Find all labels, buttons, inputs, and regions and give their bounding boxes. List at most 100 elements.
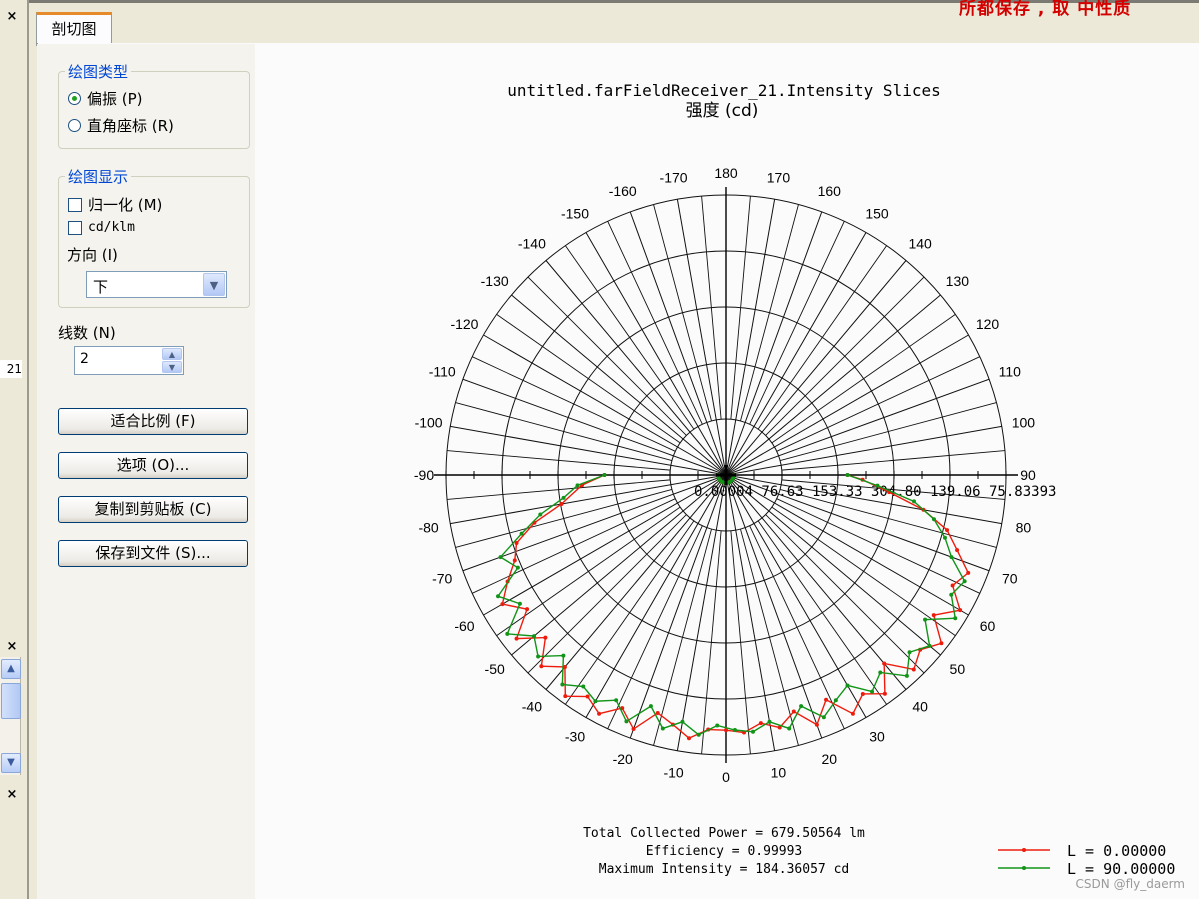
series-point-1 [821,715,826,720]
angle-tick-label: -170 [660,170,688,186]
angle-tick-label: 90 [1020,467,1036,483]
series-point-0 [525,607,530,612]
series-point-0 [911,667,916,672]
series-point-1 [949,592,954,597]
series-point-1 [680,719,685,724]
legend-label-1: L = 90.00000 [1067,860,1175,878]
series-point-1 [517,601,522,606]
grid-spoke [749,525,845,729]
series-point-1 [715,723,720,728]
legend-marker-0 [1022,848,1026,852]
center-marker [716,465,736,485]
angle-tick-label: -130 [481,273,509,289]
angle-tick-label: 50 [950,661,966,677]
series-point-1 [870,689,875,694]
series-point-1 [904,673,909,678]
grid-spoke [472,356,676,452]
stat-max-intensity: Maximum Intensity = 184.36057 cd [599,862,849,877]
angle-tick-label: 30 [869,729,885,745]
series-point-1 [799,704,804,709]
series-point-1 [962,579,967,584]
series-point-0 [958,608,963,613]
grid-spoke [740,204,799,422]
series-point-1 [833,698,838,703]
angle-tick-label: 130 [946,273,970,289]
angle-tick-label: -40 [522,698,542,714]
series-point-1 [750,729,755,734]
angle-tick-label: 140 [908,236,932,252]
series-point-1 [696,732,701,737]
series-point-1 [538,512,543,517]
angle-tick-label: -70 [432,570,452,586]
series-point-0 [955,548,960,553]
angle-tick-label: -140 [518,236,546,252]
series-point-1 [767,719,772,724]
series-point-1 [648,704,653,709]
series-point-0 [939,641,944,646]
series-point-1 [602,473,607,477]
series-point-0 [824,697,829,702]
legend: L = 0.00000 L = 90.00000 [998,842,1175,878]
grid-spoke [607,525,703,729]
series-point-1 [949,555,954,560]
angle-tick-label: 40 [912,698,928,714]
grid-spoke [749,221,845,425]
angle-tick-label: 20 [822,751,838,767]
grid-spoke [740,528,799,746]
series-point-0 [945,528,950,533]
legend-marker-1 [1022,866,1026,870]
series-point-1 [581,684,586,689]
angle-tick-label: -160 [609,183,637,199]
series-point-1 [561,495,566,500]
series-point-1 [496,594,501,599]
angle-tick-label: -110 [429,364,456,380]
watermark: CSDN @fly_daerm [1075,877,1185,891]
series-point-1 [624,719,629,724]
series-point-0 [512,558,517,563]
angle-tick-label: -90 [414,467,434,483]
stat-efficiency: Efficiency = 0.99993 [646,844,803,859]
series-point-1 [498,555,503,560]
angle-tick-label: -30 [565,729,585,745]
series-point-1 [875,483,880,488]
series-point-1 [931,517,936,522]
series-point-1 [907,650,912,655]
series-point-0 [631,727,636,732]
series-point-1 [575,483,580,488]
series-point-0 [543,635,548,640]
series-point-1 [532,634,537,639]
series-point-1 [953,616,958,621]
series-point-1 [515,565,520,570]
series-point-1 [787,726,792,731]
series-point-0 [500,602,505,607]
grid-spoke [472,498,676,594]
series-point-1 [845,683,850,688]
grid-spoke [779,402,997,461]
angle-tick-label: 60 [980,618,996,634]
series-point-0 [931,613,936,618]
series-point-1 [878,670,883,675]
angle-tick-label: -20 [613,751,633,767]
legend-label-0: L = 0.00000 [1067,842,1166,860]
series-point-0 [655,710,660,715]
series-point-0 [860,691,865,696]
angle-tick-label: 0 [722,769,730,785]
angle-tick-label: 150 [865,205,889,221]
series-point-1 [519,531,524,536]
angle-tick-label: 110 [999,364,1022,380]
angle-tick-label: 170 [767,170,791,186]
grid-spoke [653,528,712,746]
series-point-0 [882,691,887,696]
series-point-1 [927,643,932,648]
series-point-0 [850,711,855,716]
stats-block: Total Collected Power = 679.50564 lm Eff… [583,826,865,877]
series-point-1 [593,699,598,704]
series-point-0 [559,502,564,507]
series-point-0 [597,711,602,716]
series-point-1 [560,682,565,687]
series-point-0 [791,709,796,714]
angle-tick-label: -10 [663,764,683,780]
series-point-1 [845,473,850,477]
grid-spoke [653,204,712,422]
series-point-0 [950,583,955,588]
